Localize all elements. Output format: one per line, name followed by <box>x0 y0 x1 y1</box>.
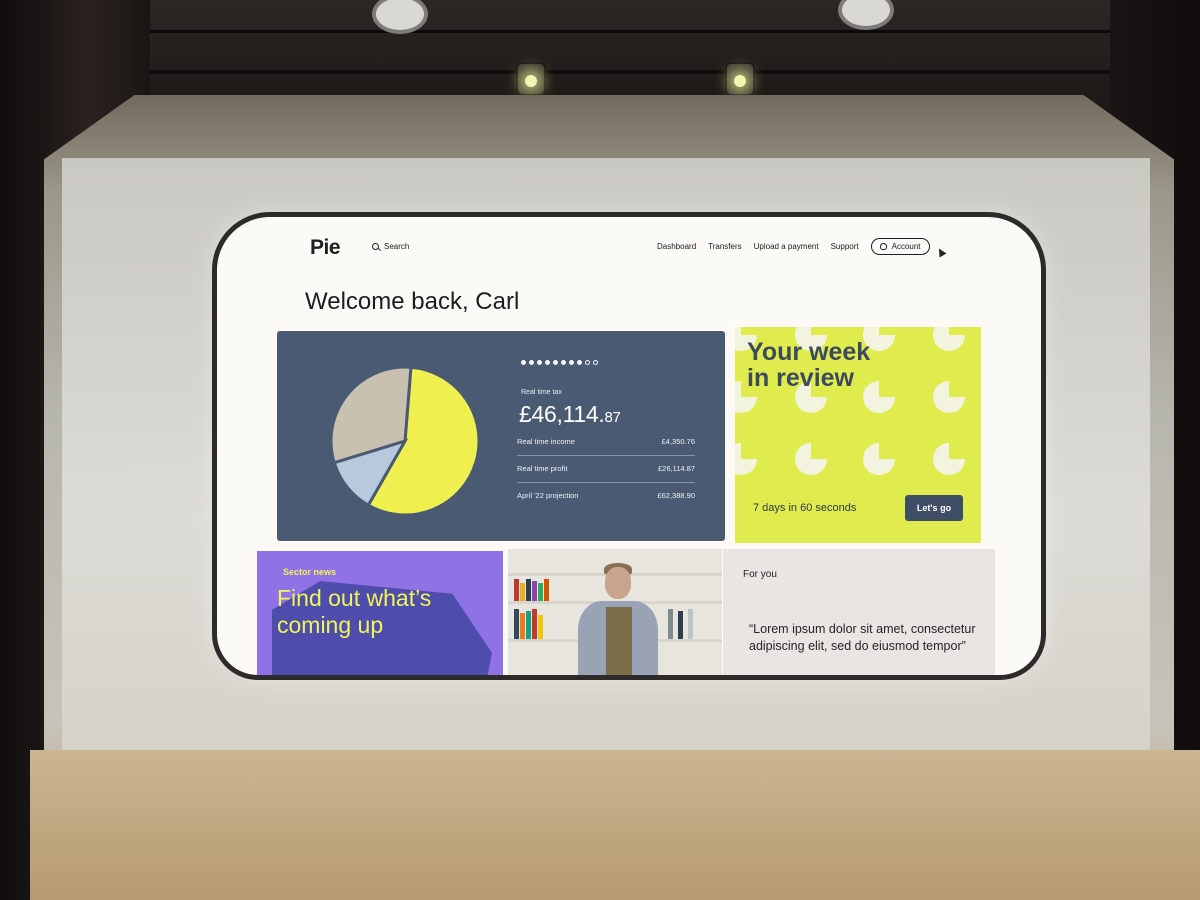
breakdown-row: Real time profit £26,114.87 <box>517 456 695 483</box>
carousel-dot[interactable] <box>537 360 542 365</box>
book <box>532 609 537 639</box>
news-tag: Sector news <box>283 567 337 577</box>
row-label: April '22 projection <box>517 491 579 500</box>
lets-go-button[interactable]: Let's go <box>905 495 963 521</box>
carousel-dot[interactable] <box>593 360 598 365</box>
row-value: £4,350.76 <box>661 437 695 446</box>
stage-light-icon <box>725 62 755 96</box>
stage-light-icon <box>516 62 546 96</box>
account-label: Account <box>891 242 921 251</box>
tax-value: £46,114.87 <box>519 401 621 428</box>
book <box>668 609 673 639</box>
for-you-quote: “Lorem ipsum dolor sit amet, consectetur… <box>749 622 976 653</box>
book <box>688 609 693 639</box>
carousel-dot[interactable] <box>585 360 590 365</box>
venue-ceiling <box>0 0 1200 110</box>
pattern-shape <box>933 381 965 413</box>
book <box>514 609 519 639</box>
account-button[interactable]: Account <box>870 238 930 255</box>
user-icon <box>879 243 887 250</box>
book <box>526 579 531 601</box>
row-label: Real time income <box>517 437 575 446</box>
search-label: Search <box>384 242 410 251</box>
book <box>538 583 543 601</box>
book <box>538 615 543 639</box>
nav-upload-payment[interactable]: Upload a payment <box>754 242 819 251</box>
carousel-dots[interactable] <box>521 360 598 365</box>
stage-floor <box>30 750 1200 900</box>
pattern-shape <box>863 443 895 475</box>
week-title-line-1: Your week <box>747 338 871 366</box>
book <box>678 611 683 639</box>
lighting-truss <box>0 30 1200 33</box>
real-time-tax-card: Real time tax £46,114.87 Real time incom… <box>277 331 725 541</box>
top-navigation: Pie Search Dashboard Transfers Upload a … <box>217 217 1041 261</box>
book <box>526 611 531 639</box>
tax-pie-chart <box>329 365 481 517</box>
nav-support[interactable]: Support <box>831 242 859 251</box>
week-review-card[interactable]: Your week in review 7 days in 60 seconds… <box>735 327 981 543</box>
book <box>544 579 549 601</box>
pattern-shape <box>735 443 757 475</box>
nav-links: Dashboard Transfers Upload a payment Sup… <box>657 238 930 255</box>
tax-breakdown: Real time income £4,350.76 Real time pro… <box>517 429 695 509</box>
book <box>532 581 537 601</box>
for-you-title: For you <box>743 569 777 580</box>
person-shirt <box>606 607 632 675</box>
news-title: Find out what’s coming up <box>277 585 431 639</box>
person-photo <box>508 549 722 675</box>
person-head <box>605 567 631 599</box>
search-icon <box>372 243 379 250</box>
row-value: £62,388.90 <box>657 491 695 500</box>
news-title-line-1: Find out what’s <box>277 585 432 611</box>
pattern-shape <box>933 327 965 351</box>
carousel-dot[interactable] <box>529 360 534 365</box>
book <box>520 613 525 639</box>
sector-news-card[interactable]: Sector news Find out what’s coming up <box>257 551 503 675</box>
carousel-dot[interactable] <box>577 360 582 365</box>
carousel-dot[interactable] <box>521 360 526 365</box>
page-title: Welcome back, Carl <box>305 288 520 315</box>
week-review-title: Your week in review <box>747 339 870 391</box>
news-title-line-2: coming up <box>277 612 384 638</box>
row-value: £26,114.87 <box>658 464 695 473</box>
lighting-truss-lower <box>60 70 1140 74</box>
carousel-dot[interactable] <box>561 360 566 365</box>
mouse-cursor-icon <box>935 246 947 258</box>
book <box>514 579 519 601</box>
for-you-card[interactable]: For you “Lorem ipsum dolor sit amet, con… <box>723 549 995 675</box>
pattern-shape <box>795 443 827 475</box>
pattern-shape <box>933 443 965 475</box>
tax-value-main: £46,114. <box>519 401 605 427</box>
tax-label: Real time tax <box>521 389 562 396</box>
breakdown-row: Real time income £4,350.76 <box>517 429 695 456</box>
tax-value-pence: 87 <box>604 409 621 426</box>
carousel-dot[interactable] <box>569 360 574 365</box>
week-title-line-2: in review <box>747 364 854 392</box>
book <box>520 583 525 601</box>
nav-transfers[interactable]: Transfers <box>708 242 742 251</box>
breakdown-row: April '22 projection £62,388.90 <box>517 483 695 509</box>
app-logo[interactable]: Pie <box>310 236 341 260</box>
row-label: Real time profit <box>517 464 568 473</box>
carousel-dot[interactable] <box>545 360 550 365</box>
week-review-subtitle: 7 days in 60 seconds <box>753 502 857 514</box>
search-input[interactable]: Search <box>372 242 409 251</box>
carousel-dot[interactable] <box>553 360 558 365</box>
nav-dashboard[interactable]: Dashboard <box>657 242 696 251</box>
app-window: Pie Search Dashboard Transfers Upload a … <box>212 212 1046 680</box>
